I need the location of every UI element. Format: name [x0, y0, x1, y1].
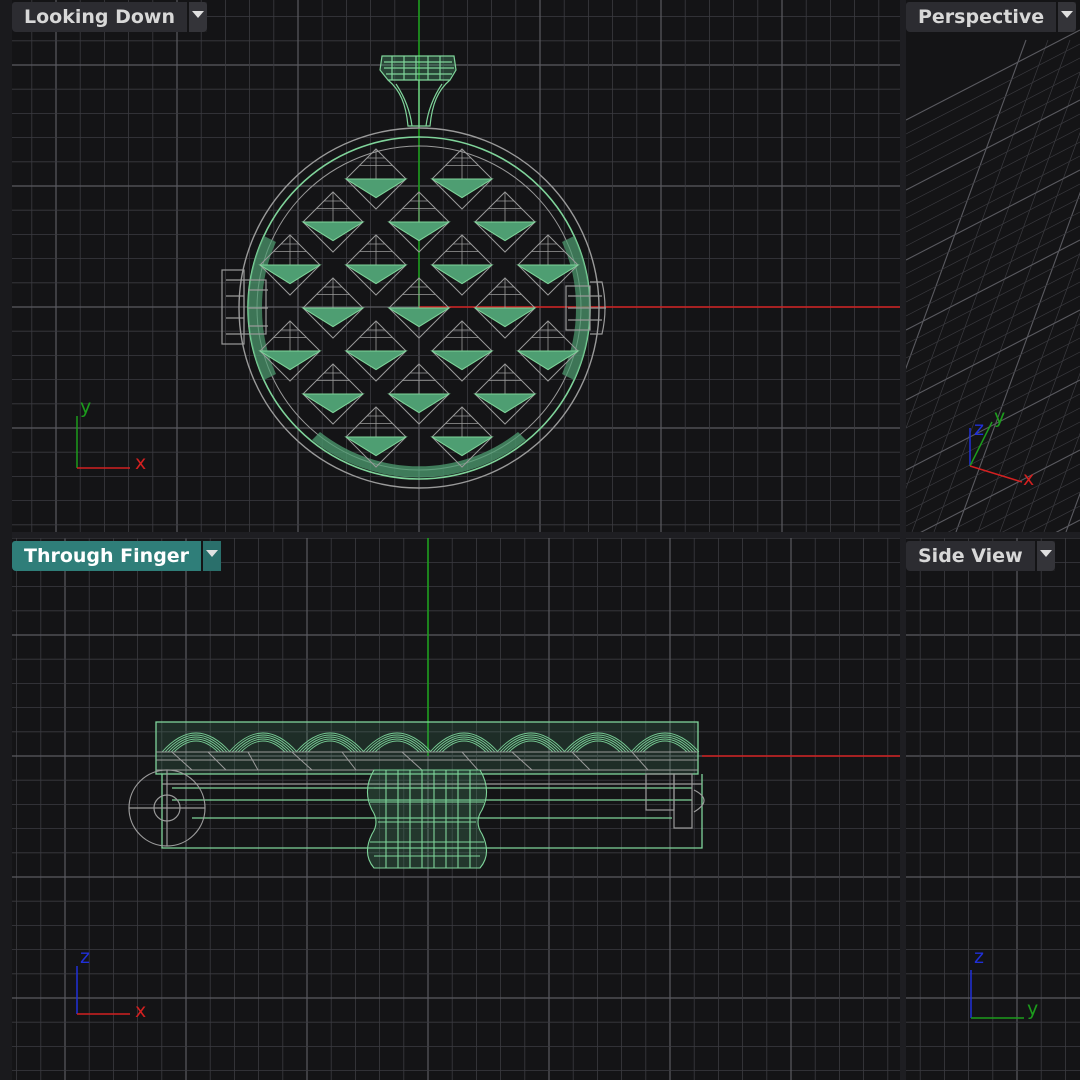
tab-perspective[interactable]: Perspective — [906, 2, 1077, 32]
axis-label-x: x — [135, 452, 147, 474]
axis-label-z: z — [974, 946, 984, 968]
viewport-title: Perspective — [918, 6, 1045, 28]
axis-label-y: y — [994, 406, 1006, 428]
viewport-looking-down[interactable]: y x — [12, 0, 900, 532]
viewport-title: Side View — [918, 545, 1023, 567]
viewport-divider[interactable] — [900, 0, 906, 1080]
viewport-title: Looking Down — [24, 6, 176, 28]
axis-label-y: y — [80, 396, 92, 418]
axis-label-x: x — [1023, 468, 1035, 490]
dropdown-arrow-icon[interactable] — [1034, 541, 1055, 571]
viewport-side-view[interactable]: z y — [906, 538, 1080, 1080]
tab-side-view[interactable]: Side View — [906, 541, 1055, 571]
viewport-through-finger[interactable]: z x — [12, 538, 900, 1080]
viewport-title: Through Finger — [24, 545, 190, 567]
axis-label-x: x — [135, 1000, 147, 1022]
dropdown-arrow-icon[interactable] — [187, 2, 208, 32]
dropdown-arrow-icon[interactable] — [201, 541, 222, 571]
left-edge — [0, 0, 12, 1080]
viewport-perspective[interactable]: z y x — [906, 0, 1080, 532]
tab-through-finger[interactable]: Through Finger — [12, 541, 222, 571]
axis-label-y: y — [1027, 998, 1039, 1020]
tab-looking-down[interactable]: Looking Down — [12, 2, 208, 32]
axis-label-z: z — [974, 418, 984, 440]
viewport-divider[interactable] — [0, 532, 1080, 538]
dropdown-arrow-icon[interactable] — [1056, 2, 1077, 32]
axis-label-z: z — [80, 946, 90, 968]
